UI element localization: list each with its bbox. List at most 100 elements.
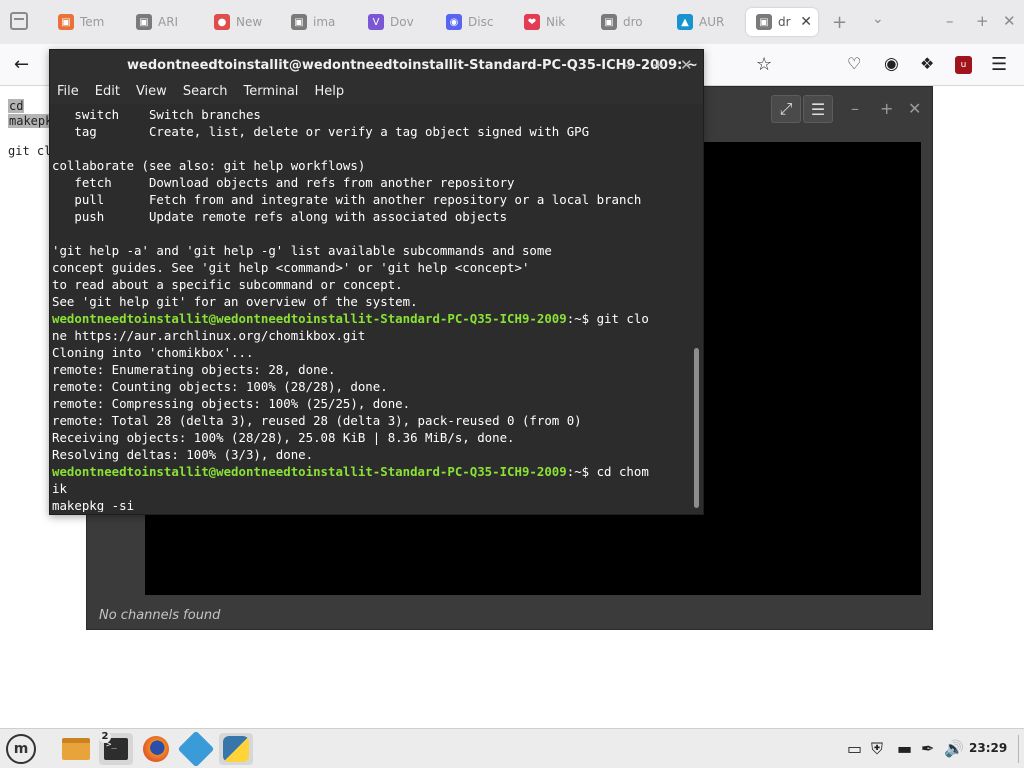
terminal-line: Receiving objects: 100% (28/28), 25.08 K…	[52, 430, 515, 445]
page-text-fragment: cd	[8, 99, 25, 113]
bookmark-star-icon[interactable]: ☆	[756, 54, 772, 75]
terminal-line: wedontneedtoinstallit@wedontneedtoinstal…	[52, 463, 649, 480]
terminal-line: push Update remote refs along with assoc…	[52, 209, 508, 224]
terminal-line: ne https://aur.archlinux.org/chomikbox.g…	[52, 328, 366, 343]
terminal-line: fetch Download objects and refs from ano…	[52, 175, 515, 190]
browser-tab[interactable]: ▣ ima	[281, 8, 349, 36]
browser-maximize-icon[interactable]: +	[976, 12, 989, 30]
terminal-title: wedontneedtoinstallit@wedontneedtoinstal…	[50, 50, 703, 80]
terminal-menubar: File Edit View Search Terminal Help	[50, 80, 703, 104]
clock[interactable]: 23:29	[969, 741, 1007, 755]
terminal-line: makepkg -si	[52, 498, 135, 512]
network-icon[interactable]: ✒	[921, 739, 934, 758]
terminal-line: to read about a specific subcommand or c…	[52, 277, 403, 292]
tab-favicon-icon: ▣	[136, 14, 152, 30]
terminal-line: concept guides. See 'git help <command>'…	[52, 260, 530, 275]
menu-terminal[interactable]: Terminal	[243, 80, 298, 104]
terminal-line: remote: Total 28 (delta 3), reused 28 (d…	[52, 413, 582, 428]
linux-mint-menu-icon[interactable]: m	[6, 734, 36, 764]
back-icon[interactable]: ←	[14, 54, 29, 75]
browser-tab[interactable]: ◉ Disc	[436, 8, 504, 36]
terminal-line: collaborate (see also: git help workflow…	[52, 158, 366, 173]
taskbar: m >_ 2 ▭ ⛨ ▬ ✒ 🔊 23:29	[0, 728, 1024, 768]
terminal-line: switch Switch branches	[52, 107, 261, 122]
display-icon[interactable]: ▬	[897, 739, 912, 758]
tab-overview-icon[interactable]	[10, 12, 28, 30]
tab-favicon-icon: ▣	[291, 14, 307, 30]
menu-view[interactable]: View	[136, 80, 167, 104]
terminal-line: remote: Enumerating objects: 28, done.	[52, 362, 336, 377]
channels-close-icon[interactable]: ✕	[908, 99, 921, 118]
python-icon[interactable]	[219, 733, 253, 765]
fullscreen-icon[interactable]: ⤢	[771, 95, 801, 123]
terminal-output[interactable]: switch Switch branches tag Create, list,…	[52, 106, 692, 512]
terminal-line: tag Create, list, delete or verify a tag…	[52, 124, 590, 139]
menu-edit[interactable]: Edit	[95, 80, 120, 104]
terminal-prompt: wedontneedtoinstallit@wedontneedtoinstal…	[52, 464, 567, 479]
channels-minimize-icon[interactable]: –	[851, 99, 859, 118]
volume-icon[interactable]: 🔊	[944, 739, 964, 758]
terminal-window: wedontneedtoinstallit@wedontneedtoinstal…	[49, 49, 704, 515]
terminal-minimize-icon[interactable]: –	[624, 56, 632, 74]
terminal-command: :~$ cd chom	[566, 464, 649, 479]
terminal-window-count-badge: 2	[99, 731, 111, 743]
browser-close-icon[interactable]: ✕	[1003, 12, 1016, 30]
app-menu-icon[interactable]: ☰	[991, 54, 1007, 75]
browser-tab[interactable]: ● New	[204, 8, 272, 36]
kodi-icon[interactable]	[177, 730, 215, 768]
tab-label: AUR	[699, 15, 725, 29]
channels-maximize-icon[interactable]: +	[880, 99, 893, 118]
tab-favicon-icon: ❤	[524, 14, 540, 30]
terminal-maximize-icon[interactable]: +	[652, 56, 665, 74]
tab-favicon-icon: V	[368, 14, 384, 30]
terminal-line: 'git help -a' and 'git help -g' list ava…	[52, 243, 552, 258]
browser-minimize-icon[interactable]: –	[946, 12, 954, 30]
firefox-icon[interactable]	[139, 733, 173, 765]
terminal-line: ik	[52, 481, 67, 496]
terminal-line: remote: Counting objects: 100% (28/28), …	[52, 379, 388, 394]
shield-icon[interactable]: ⛨	[871, 739, 883, 759]
update-manager-icon[interactable]: ▭	[847, 739, 862, 758]
terminal-line: Cloning into 'chomikbox'...	[52, 345, 254, 360]
browser-tab-bar: ▣ Tem ▣ ARI ● New ▣ ima V Dov ◉ Disc ❤ Nik ▣ dro ▲ AUR ▣ dr…	[0, 0, 1024, 44]
pocket-icon[interactable]: ♡	[847, 54, 861, 73]
ublock-origin-icon[interactable]: u	[955, 56, 972, 74]
tab-label: Dov	[390, 15, 414, 29]
tab-favicon-icon: ▣	[601, 14, 617, 30]
new-tab-icon[interactable]: +	[832, 12, 847, 33]
page-text-fragment: git cl	[8, 144, 52, 158]
menu-search[interactable]: Search	[183, 80, 228, 104]
browser-tab[interactable]: ▣ Tem	[48, 8, 116, 36]
tab-label: New	[236, 15, 263, 29]
list-all-tabs-icon[interactable]: ⌄	[872, 11, 884, 27]
tab-label: dr	[778, 15, 791, 29]
terminal-close-icon[interactable]: ✕	[680, 56, 693, 74]
files-icon[interactable]	[59, 733, 93, 765]
tab-favicon-icon: ◉	[446, 14, 462, 30]
browser-tab[interactable]: ▣ ARI	[126, 8, 194, 36]
menu-help[interactable]: Help	[314, 80, 344, 104]
terminal-line: remote: Compressing objects: 100% (25/25…	[52, 396, 411, 411]
extensions-icon[interactable]: ❖	[920, 54, 934, 73]
terminal-line: Resolving deltas: 100% (3/3), done.	[52, 447, 314, 462]
terminal-prompt: wedontneedtoinstallit@wedontneedtoinstal…	[52, 311, 567, 326]
tab-favicon-icon: ▣	[756, 14, 772, 30]
channels-status: No channels found	[99, 608, 221, 623]
page-text-fragment: makepk	[8, 114, 54, 128]
window-menu-icon[interactable]: ☰	[803, 95, 833, 123]
tab-close-icon[interactable]: ✕	[800, 14, 812, 30]
browser-tab[interactable]: ❤ Nik	[514, 8, 582, 36]
browser-tab[interactable]: V Dov	[358, 8, 426, 36]
account-icon[interactable]: ◉	[884, 54, 899, 74]
tab-label: Disc	[468, 15, 494, 29]
browser-tab[interactable]: ▣ dr ✕	[746, 8, 818, 36]
terminal-line: wedontneedtoinstallit@wedontneedtoinstal…	[52, 310, 649, 327]
terminal-line: See 'git help git' for an overview of th…	[52, 294, 418, 309]
menu-file[interactable]: File	[57, 80, 79, 104]
terminal-scrollbar[interactable]	[694, 348, 699, 508]
show-desktop-button[interactable]	[1018, 735, 1019, 763]
tab-label: ARI	[158, 15, 179, 29]
browser-tab[interactable]: ▣ dro	[591, 8, 659, 36]
tab-label: Nik	[546, 15, 566, 29]
browser-tab[interactable]: ▲ AUR	[667, 8, 735, 36]
